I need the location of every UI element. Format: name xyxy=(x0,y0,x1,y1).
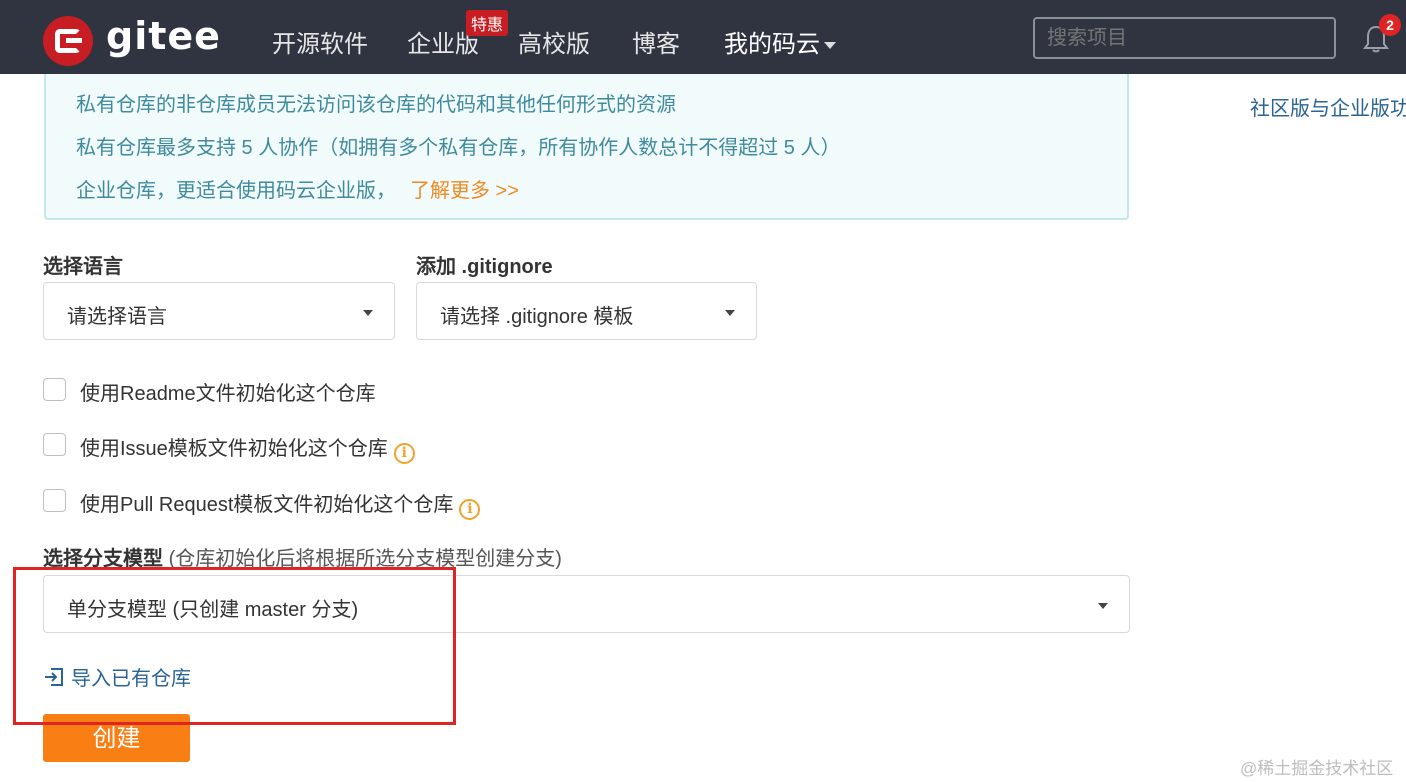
gitignore-select-value: 请选择 .gitignore 模板 xyxy=(440,306,634,328)
nav-item-open-source[interactable]: 开源软件 xyxy=(272,24,368,59)
private-repo-notice: 私有仓库的非仓库成员无法访问该仓库的代码和其他任何形式的资源 私有仓库最多支持 … xyxy=(44,74,1129,220)
language-select[interactable]: 请选择语言 xyxy=(43,282,395,340)
notice-line-3-text: 企业仓库，更适合使用码云企业版， xyxy=(76,180,396,202)
search-input[interactable] xyxy=(1033,17,1336,59)
nav-item-education[interactable]: 高校版 xyxy=(518,24,590,59)
readme-checkbox[interactable] xyxy=(43,378,66,401)
promo-badge: 特惠 xyxy=(466,10,509,36)
annotation-highlight-box xyxy=(13,567,456,725)
gitignore-select[interactable]: 请选择 .gitignore 模板 xyxy=(416,282,757,340)
issue-template-checkbox-text[interactable]: 使用Issue模板文件初始化这个仓库 i xyxy=(80,432,415,464)
language-select-value: 请选择语言 xyxy=(67,306,167,328)
chevron-down-icon xyxy=(824,42,836,50)
notice-line-3: 企业仓库，更适合使用码云企业版， 了解更多 >> xyxy=(76,174,519,203)
issue-template-checkbox[interactable] xyxy=(43,433,66,456)
language-label: 选择语言 xyxy=(43,256,123,278)
nav-item-my-gitee[interactable]: 我的码云 xyxy=(724,24,836,59)
pr-template-checkbox[interactable] xyxy=(43,489,66,512)
logo-g-bar xyxy=(66,38,82,43)
pr-template-checkbox-text[interactable]: 使用Pull Request模板文件初始化这个仓库 i xyxy=(80,488,481,520)
info-icon[interactable]: i xyxy=(393,443,415,464)
pr-template-checkbox-label: 使用Pull Request模板文件初始化这个仓库 xyxy=(80,494,454,516)
logo-text[interactable]: gitee xyxy=(106,14,221,58)
gitignore-label: 添加 .gitignore xyxy=(416,256,553,278)
readme-checkbox-label[interactable]: 使用Readme文件初始化这个仓库 xyxy=(80,377,376,406)
learn-more-link[interactable]: 了解更多 >> xyxy=(410,180,519,202)
issue-template-checkbox-label: 使用Issue模板文件初始化这个仓库 xyxy=(80,438,388,460)
notice-line-2: 私有仓库最多支持 5 人协作（如拥有多个私有仓库，所有协作人数总计不得超过 5 … xyxy=(76,137,841,159)
notification-count-badge: 2 xyxy=(1379,14,1401,36)
nav-item-blog[interactable]: 博客 xyxy=(632,24,680,59)
caret-down-icon xyxy=(725,310,735,316)
caret-down-icon xyxy=(363,310,373,316)
nav-item-my-gitee-label: 我的码云 xyxy=(724,31,820,58)
edition-compare-link[interactable]: 社区版与企业版功 xyxy=(1250,92,1406,121)
caret-down-icon xyxy=(1098,603,1108,609)
top-navbar: gitee 开源软件 企业版 特惠 高校版 博客 我的码云 2 xyxy=(0,0,1406,74)
watermark: @稀土掘金技术社区 xyxy=(1240,759,1394,778)
notice-line-1: 私有仓库的非仓库成员无法访问该仓库的代码和其他任何形式的资源 xyxy=(76,94,676,116)
info-icon[interactable]: i xyxy=(459,499,481,520)
